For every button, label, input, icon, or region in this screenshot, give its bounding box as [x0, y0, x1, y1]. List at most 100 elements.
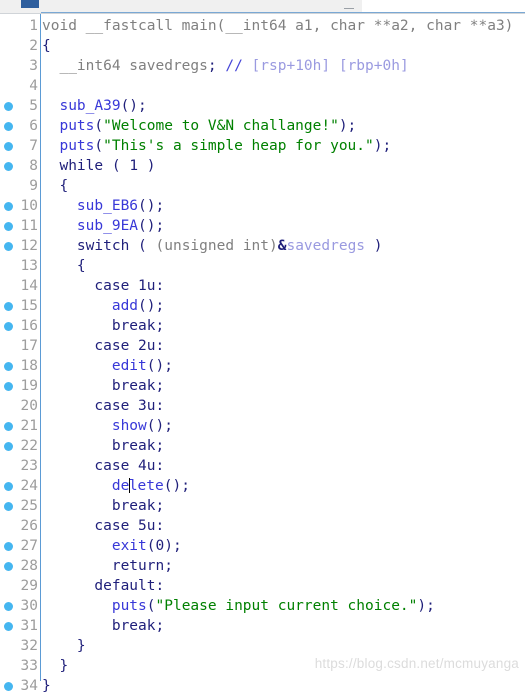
code-text[interactable]: break;: [42, 616, 164, 636]
code-text[interactable]: case 5u:: [42, 516, 164, 536]
code-line[interactable]: 22 break;: [0, 436, 525, 456]
code-line[interactable]: 18 edit();: [0, 356, 525, 376]
code-line[interactable]: 15 add();: [0, 296, 525, 316]
code-text[interactable]: }: [42, 636, 86, 656]
code-token-fn: puts: [59, 118, 95, 134]
code-text[interactable]: {: [42, 256, 86, 276]
line-number: 32: [20, 638, 38, 654]
code-token-punct: }: [42, 638, 86, 654]
code-line[interactable]: 4: [0, 76, 525, 96]
code-text[interactable]: {: [42, 176, 68, 196]
code-line[interactable]: 21 show();: [0, 416, 525, 436]
code-text[interactable]: edit();: [42, 356, 173, 376]
code-line[interactable]: 11 sub_9EA();: [0, 216, 525, 236]
code-line[interactable]: 23 case 4u:: [0, 456, 525, 476]
code-token-kw: break: [111, 498, 156, 514]
code-line[interactable]: 3 __int64 savedregs; // [rsp+10h] [rbp+0…: [0, 56, 525, 76]
code-text[interactable]: break;: [42, 436, 164, 456]
code-token-punct: ;: [207, 58, 217, 74]
code-text[interactable]: __int64 savedregs; // [rsp+10h] [rbp+0h]: [42, 56, 408, 76]
code-line[interactable]: 1 void __fastcall main(__int64 a1, char *…: [0, 16, 525, 36]
code-token-punct: ): [138, 158, 156, 174]
code-token-cmt: //: [225, 58, 243, 74]
code-line[interactable]: 26 case 5u:: [0, 516, 525, 536]
code-line[interactable]: 27 exit(0);: [0, 536, 525, 556]
code-text[interactable]: break;: [42, 316, 164, 336]
code-text[interactable]: add();: [42, 296, 164, 316]
code-line[interactable]: 17 case 2u:: [0, 336, 525, 356]
code-token-kw: break: [111, 438, 156, 454]
code-token-punct: {: [42, 38, 51, 54]
code-token-punct: (: [146, 598, 156, 614]
code-text[interactable]: sub_9EA();: [42, 216, 164, 236]
code-text[interactable]: delete();: [42, 476, 190, 496]
code-text[interactable]: sub_A39();: [42, 96, 146, 116]
code-text[interactable]: return;: [42, 556, 173, 576]
code-line[interactable]: 29 default:: [0, 576, 525, 596]
code-line[interactable]: 5 sub_A39();: [0, 96, 525, 116]
code-line[interactable]: 9 {: [0, 176, 525, 196]
code-text[interactable]: show();: [42, 416, 173, 436]
code-token-punct: ();: [138, 298, 165, 314]
code-text[interactable]: break;: [42, 496, 164, 516]
code-line[interactable]: 24 delete();: [0, 476, 525, 496]
code-text[interactable]: break;: [42, 376, 164, 396]
code-text[interactable]: case 4u:: [42, 456, 164, 476]
code-line[interactable]: 8 while ( 1 ): [0, 156, 525, 176]
code-text[interactable]: switch ( (unsigned int)&savedregs ): [42, 236, 383, 256]
code-text[interactable]: void __fastcall main(__int64 a1, char **…: [42, 16, 513, 36]
code-text[interactable]: }: [42, 676, 51, 696]
code-token-punct: );: [417, 598, 435, 614]
code-line[interactable]: 34}: [0, 676, 525, 696]
code-line[interactable]: 19 break;: [0, 376, 525, 396]
code-token-num: 3u: [138, 398, 156, 414]
line-number: 23: [20, 458, 38, 474]
code-text[interactable]: exit(0);: [42, 536, 182, 556]
code-token-punct: (: [103, 158, 130, 174]
tab-underline: [41, 12, 525, 13]
code-line[interactable]: 30 puts("Please input current choice.");: [0, 596, 525, 616]
code-text[interactable]: }: [42, 656, 68, 676]
code-line[interactable]: 7 puts("This's a simple heap for you.");: [0, 136, 525, 156]
code-line[interactable]: 16 break;: [0, 316, 525, 336]
code-line[interactable]: 2{: [0, 36, 525, 56]
code-text[interactable]: sub_EB6();: [42, 196, 164, 216]
code-token-punct: ();: [146, 358, 173, 374]
code-text[interactable]: case 2u:: [42, 336, 164, 356]
code-line[interactable]: 10 sub_EB6();: [0, 196, 525, 216]
code-line[interactable]: 14 case 1u:: [0, 276, 525, 296]
code-line[interactable]: 6 puts("Welcome to V&N challange!");: [0, 116, 525, 136]
code-line[interactable]: 31 break;: [0, 616, 525, 636]
code-text[interactable]: {: [42, 36, 51, 56]
code-line[interactable]: 25 break;: [0, 496, 525, 516]
code-line[interactable]: 13 {: [0, 256, 525, 276]
line-number: 22: [20, 438, 38, 454]
pseudocode-editor[interactable]: 1 void __fastcall main(__int64 a1, char *…: [0, 14, 525, 696]
code-token-str: "This's a simple heap for you.": [103, 138, 374, 154]
line-number: 12: [20, 238, 38, 254]
code-text[interactable]: while ( 1 ): [42, 156, 156, 176]
line-number: 24: [20, 478, 38, 494]
code-line[interactable]: 28 return;: [0, 556, 525, 576]
code-token-punct: :: [155, 458, 165, 474]
code-text[interactable]: puts("Please input current choice.");: [42, 596, 435, 616]
code-token-punct: ();: [138, 218, 165, 234]
code-line[interactable]: 20 case 3u:: [0, 396, 525, 416]
code-text[interactable]: default:: [42, 576, 164, 596]
code-text[interactable]: case 1u:: [42, 276, 164, 296]
code-line[interactable]: 32 }: [0, 636, 525, 656]
code-text[interactable]: case 3u:: [42, 396, 164, 416]
code-text[interactable]: puts("This's a simple heap for you.");: [42, 136, 391, 156]
code-text[interactable]: puts("Welcome to V&N challange!");: [42, 116, 356, 136]
code-line[interactable]: 12 switch ( (unsigned int)&savedregs ): [0, 236, 525, 256]
